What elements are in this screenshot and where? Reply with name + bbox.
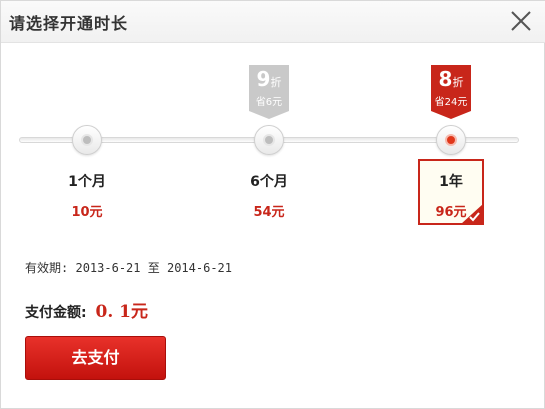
option-6-months[interactable]: 6个月 54元 [236, 159, 302, 225]
validity-label: 有效期: [25, 261, 69, 275]
option-term: 6个月 [250, 174, 288, 190]
validity-separator: 至 [147, 261, 160, 275]
slider-node-1-year[interactable] [436, 125, 466, 155]
option-1-month[interactable]: 1个月 10元 [54, 159, 120, 225]
radio-dot-selected [445, 134, 457, 146]
pay-button[interactable]: 去支付 [25, 336, 166, 380]
close-icon[interactable] [510, 10, 532, 32]
option-term: 1个月 [68, 174, 106, 190]
slider-node-1-month[interactable] [72, 125, 102, 155]
validity-start: 2013-6-21 [75, 261, 141, 275]
radio-dot [81, 134, 93, 146]
discount-badge-6-months: 9折 省6元 [249, 65, 289, 119]
validity-end: 2014-6-21 [166, 261, 233, 275]
option-1-year[interactable]: 1年 96元 [418, 159, 484, 225]
validity-period: 有效期: 2013-6-21 至 2014-6-21 [25, 259, 232, 276]
discount-badge-1-year: 8折 省24元 [431, 65, 471, 119]
option-price: 10元 [71, 205, 103, 220]
badge-discount-number: 8 [438, 67, 453, 91]
slider-node-6-months[interactable] [254, 125, 284, 155]
payment-label: 支付金额: [25, 305, 87, 321]
badge-discount-unit: 折 [270, 76, 282, 89]
dialog-header: 请选择开通时长 [1, 1, 545, 43]
dialog-title: 请选择开通时长 [9, 14, 129, 33]
payment-amount: 0. 1元 [95, 302, 148, 322]
selected-check-icon [461, 204, 483, 224]
badge-discount-unit: 折 [452, 76, 464, 89]
radio-dot [263, 134, 275, 146]
option-price: 54元 [253, 205, 285, 220]
option-term: 1年 [439, 174, 463, 190]
duration-dialog: 请选择开通时长 9折 省6元 8折 省24元 1个月 10元 6个月 54元 1… [0, 0, 545, 409]
badge-save-text: 省6元 [255, 97, 283, 108]
badge-save-text: 省24元 [434, 97, 468, 108]
payment-amount-row: 支付金额: 0. 1元 [25, 297, 148, 322]
badge-discount-number: 9 [256, 67, 271, 91]
